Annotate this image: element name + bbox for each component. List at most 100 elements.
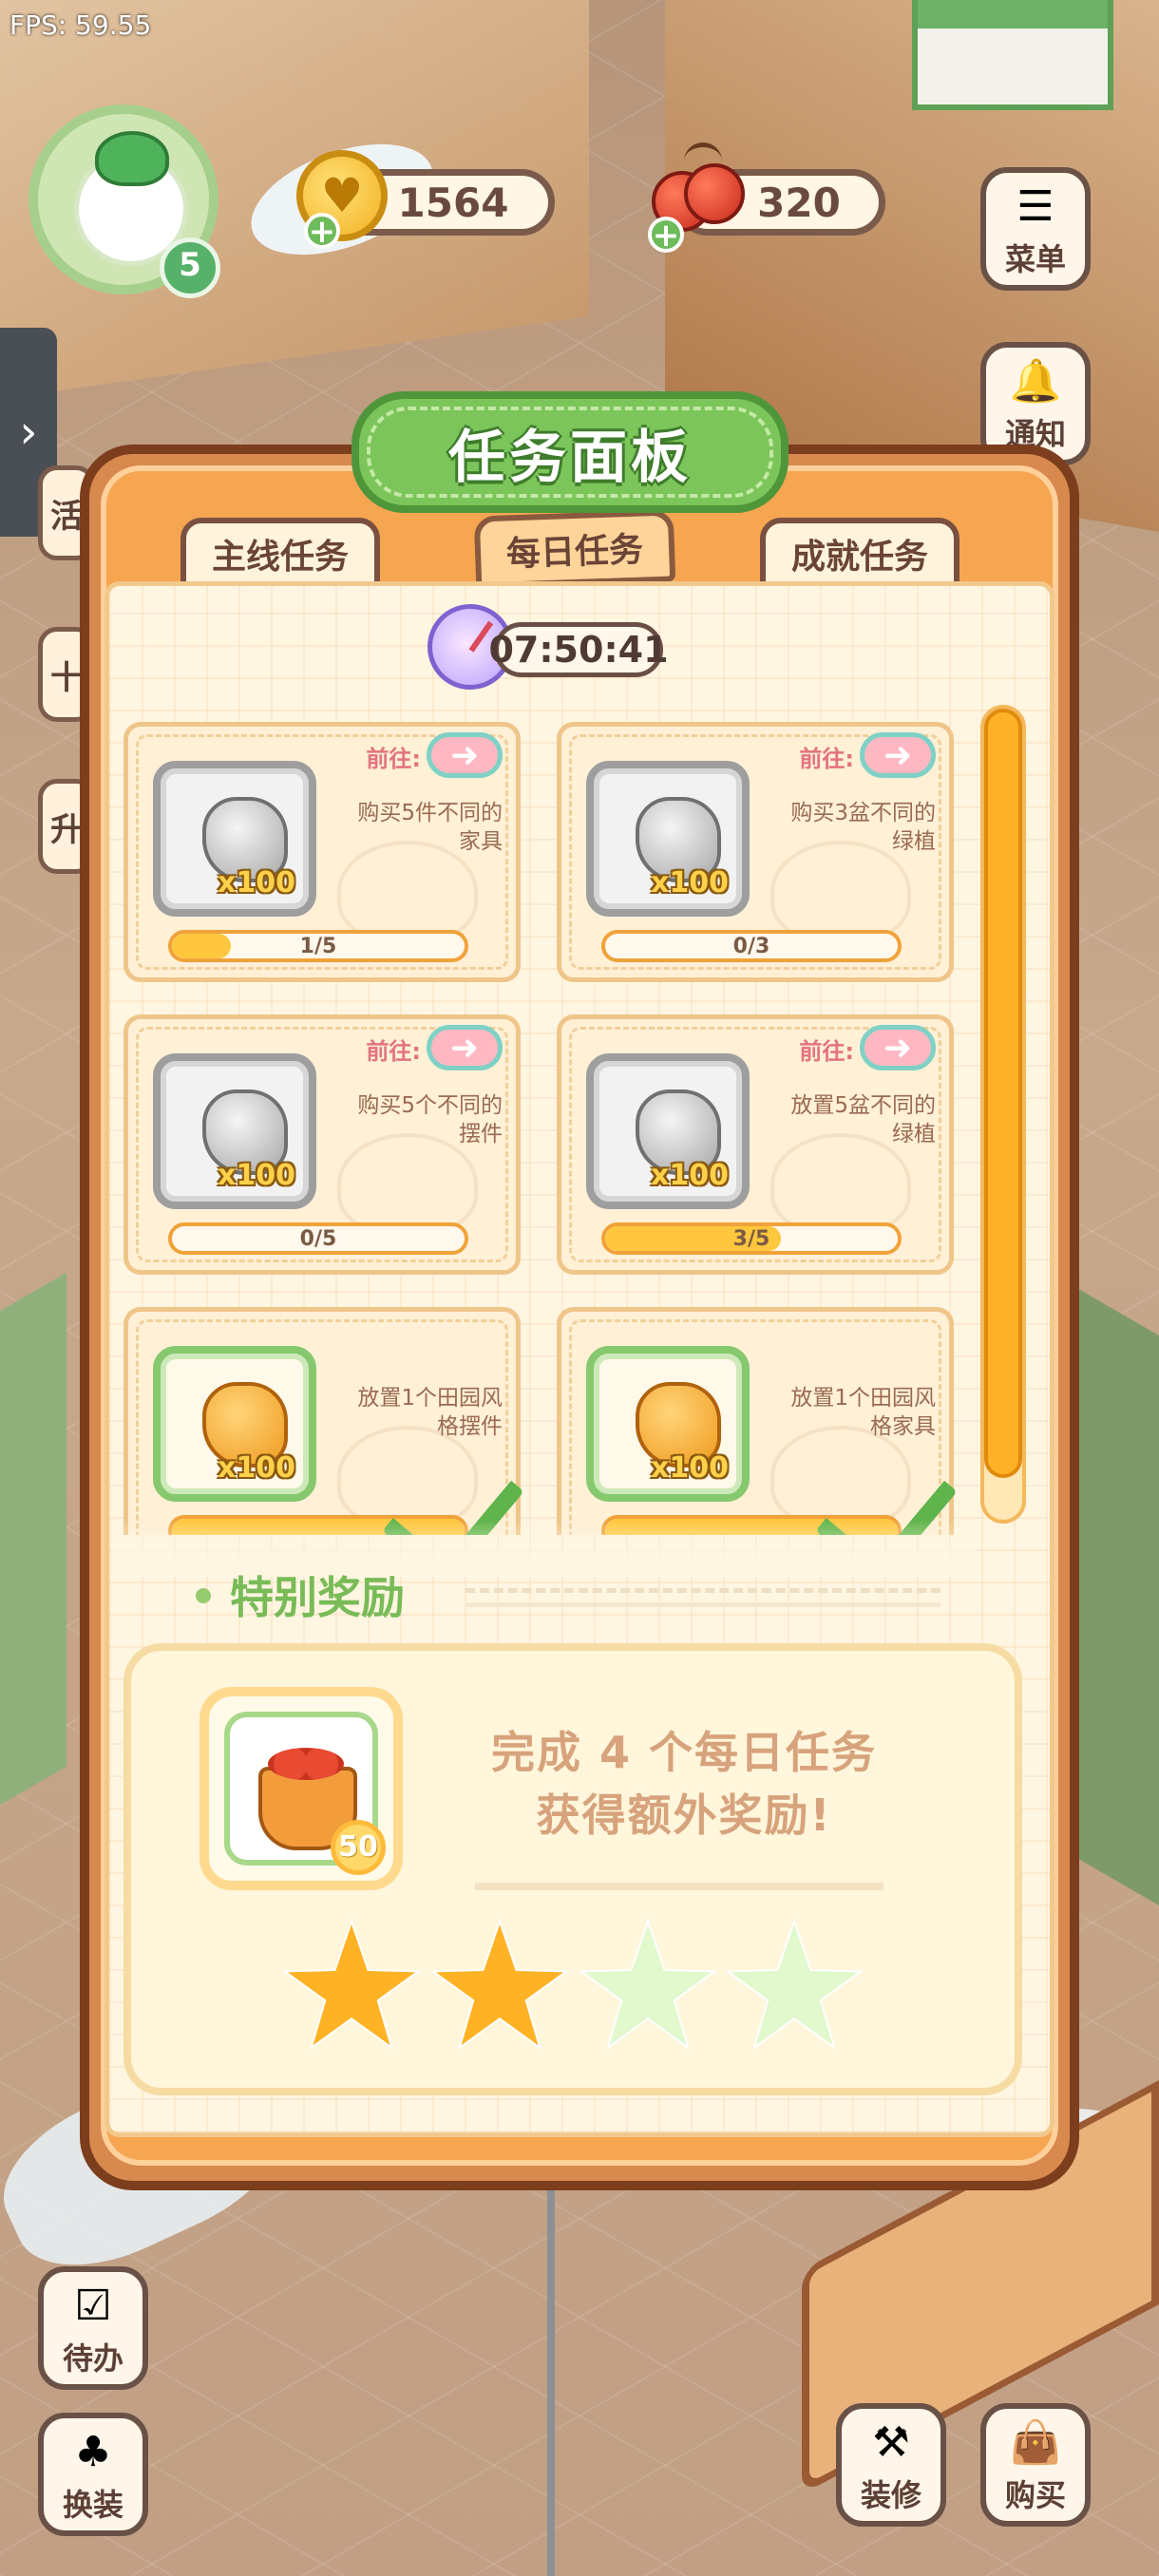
tab-achievements[interactable]: 成就任务 <box>760 518 960 590</box>
outfit-button-label: 换装 <box>62 2487 124 2523</box>
progress-text: 0/3 <box>732 934 770 958</box>
tab-daily-quests[interactable]: 每日任务 <box>473 509 676 589</box>
player-level-badge: 5 <box>160 237 220 298</box>
grass-strip-left <box>0 1272 66 1806</box>
task-card[interactable]: x100 前往: ➜ 购买5件不同的 家具 1/5 <box>124 722 521 982</box>
task-description-line: 购买3盆不同的 <box>790 801 936 825</box>
task-reward-item: x100 <box>586 761 750 917</box>
outfit-icon: ♣ <box>74 2428 112 2476</box>
lamp-pole <box>547 2166 555 2576</box>
todo-button-label: 待办 <box>62 2340 124 2377</box>
coins-value: 1564 <box>397 179 509 226</box>
clover-sprout-icon <box>95 131 169 186</box>
reward-quantity: x100 <box>218 1451 295 1485</box>
special-reward-line-1: 完成 4 个每日任务 <box>490 1727 878 1778</box>
special-reward-description: 完成 4 个每日任务 获得额外奖励! <box>437 1721 931 1847</box>
bell-icon: 🔔 <box>1009 357 1062 406</box>
menu-icon: ☰ <box>1016 182 1054 231</box>
goto-arrow-button[interactable]: ➜ <box>427 1025 503 1070</box>
panel-title-banner: 任务面板 <box>352 391 788 513</box>
task-description-line: 格家具 <box>870 1414 936 1439</box>
task-card[interactable]: x100 放置1个田园风格家具 <box>557 1307 958 1535</box>
add-coins-button[interactable]: + <box>304 213 340 249</box>
task-description-line: 摆件 <box>459 1122 503 1146</box>
goto-arrow-button[interactable]: ➜ <box>860 1025 936 1070</box>
special-reward-line-2: 获得额外奖励! <box>536 1790 832 1841</box>
goto-arrow-button[interactable]: ➜ <box>427 732 503 778</box>
task-description: 购买5件不同的 家具 <box>335 799 503 856</box>
reward-quantity: x100 <box>218 866 295 900</box>
daily-reset-timer: 07:50:41 <box>488 622 669 677</box>
grass-strip-right <box>1074 1286 1159 1905</box>
task-description: 放置1个田园风格家具 <box>769 1384 936 1441</box>
goto-label: 前往: <box>799 1038 854 1065</box>
progress-text: 1/5 <box>299 934 337 958</box>
task-progress-bar: 0/5 <box>168 1222 468 1255</box>
cherry-icon <box>646 142 745 232</box>
reward-quantity: x100 <box>651 1451 729 1485</box>
task-reward-item: x100 <box>586 1346 750 1502</box>
task-description-line: 购买5件不同的 <box>357 801 503 825</box>
task-description: 购买3盆不同的绿植 <box>769 799 936 856</box>
task-card[interactable]: x100 放置1个田园风格摆件 <box>124 1307 524 1535</box>
goto-label: 前往: <box>799 746 854 772</box>
outfit-button[interactable]: ♣ 换装 <box>38 2413 148 2536</box>
menu-button-label: 菜单 <box>1004 241 1066 277</box>
task-progress-bar: 1/5 <box>168 930 468 962</box>
special-reward-title: 特别奖励 <box>230 1572 405 1623</box>
renovate-icon: ⚒ <box>872 2418 910 2467</box>
task-card[interactable]: x100 前往: ➜ 购买5个不同的摆件 0/5 <box>124 1014 521 1275</box>
bullet-dot <box>196 1588 211 1603</box>
task-reward-item: x100 <box>153 761 316 917</box>
goto-label: 前往: <box>366 1038 421 1065</box>
cherries-value: 320 <box>757 179 841 226</box>
task-reward-item: x100 <box>153 1053 316 1209</box>
task-description: 放置1个田园风格摆件 <box>335 1384 503 1441</box>
decorative-divider <box>475 1883 884 1890</box>
task-card[interactable]: x100 前往: ➜ 购买3盆不同的绿植 0/3 <box>557 722 954 982</box>
task-description-line: 放置1个田园风 <box>357 1386 503 1411</box>
task-progress-bar: 0/3 <box>601 930 902 962</box>
shop-button[interactable]: 👜 购买 <box>980 2403 1091 2527</box>
special-reward-count: 50 <box>331 1820 386 1875</box>
shop-button-label: 购买 <box>1004 2477 1066 2513</box>
daily-task-list: x100 前往: ➜ 购买5件不同的 家具 1/5 x100 前往: ➜ 购买3盆不同的 绿植 0/3… <box>124 722 969 1535</box>
task-description: 放置5盆不同的绿植 <box>769 1091 936 1148</box>
chevron-right-icon: › <box>19 406 38 459</box>
mascot-watermark-icon <box>337 1133 478 1236</box>
add-cherries-button[interactable]: + <box>648 217 684 253</box>
task-description-line: 放置1个田园风 <box>790 1386 936 1411</box>
renovate-button-label: 装修 <box>860 2477 922 2513</box>
progress-text: 3/5 <box>732 1226 770 1251</box>
mascot-watermark-icon <box>770 841 911 943</box>
task-list-scroll-thumb[interactable] <box>984 709 1022 1478</box>
task-description-line: 绿植 <box>892 829 936 854</box>
checklist-icon: ☑ <box>74 2282 112 2330</box>
task-progress-bar: 3/5 <box>601 1222 902 1255</box>
menu-button[interactable]: ☰ 菜单 <box>980 167 1091 291</box>
reward-quantity: x100 <box>218 1159 295 1192</box>
task-description: 购买5个不同的摆件 <box>335 1091 503 1148</box>
todo-button[interactable]: ☑ 待办 <box>38 2266 148 2390</box>
task-description-line: 放置5盆不同的 <box>790 1093 936 1118</box>
panel-title: 任务面板 <box>448 424 692 491</box>
task-reward-item: x100 <box>586 1053 750 1209</box>
shopping-bag-icon: 👜 <box>1009 2418 1062 2467</box>
task-description-line: 购买5个不同的 <box>357 1093 503 1118</box>
task-card[interactable]: x100 前往: ➜ 放置5盆不同的绿植 3/5 <box>557 1014 954 1275</box>
progress-text: 0/5 <box>299 1226 337 1251</box>
fps-counter: FPS: 59.55 <box>10 9 152 41</box>
decorative-divider <box>466 1588 940 1607</box>
goto-arrow-button[interactable]: ➜ <box>860 732 936 778</box>
renovate-button[interactable]: ⚒ 装修 <box>836 2403 946 2527</box>
reward-quantity: x100 <box>651 866 729 900</box>
tab-main-quests[interactable]: 主线任务 <box>180 518 380 590</box>
mascot-watermark-icon <box>337 841 478 943</box>
task-description-line: 格摆件 <box>437 1414 503 1439</box>
task-description-line: 绿植 <box>892 1122 936 1146</box>
reward-quantity: x100 <box>651 1159 729 1192</box>
task-reward-item: x100 <box>153 1346 316 1502</box>
mascot-watermark-icon <box>770 1133 911 1236</box>
goto-label: 前往: <box>366 746 421 772</box>
store-sign <box>912 0 1113 110</box>
